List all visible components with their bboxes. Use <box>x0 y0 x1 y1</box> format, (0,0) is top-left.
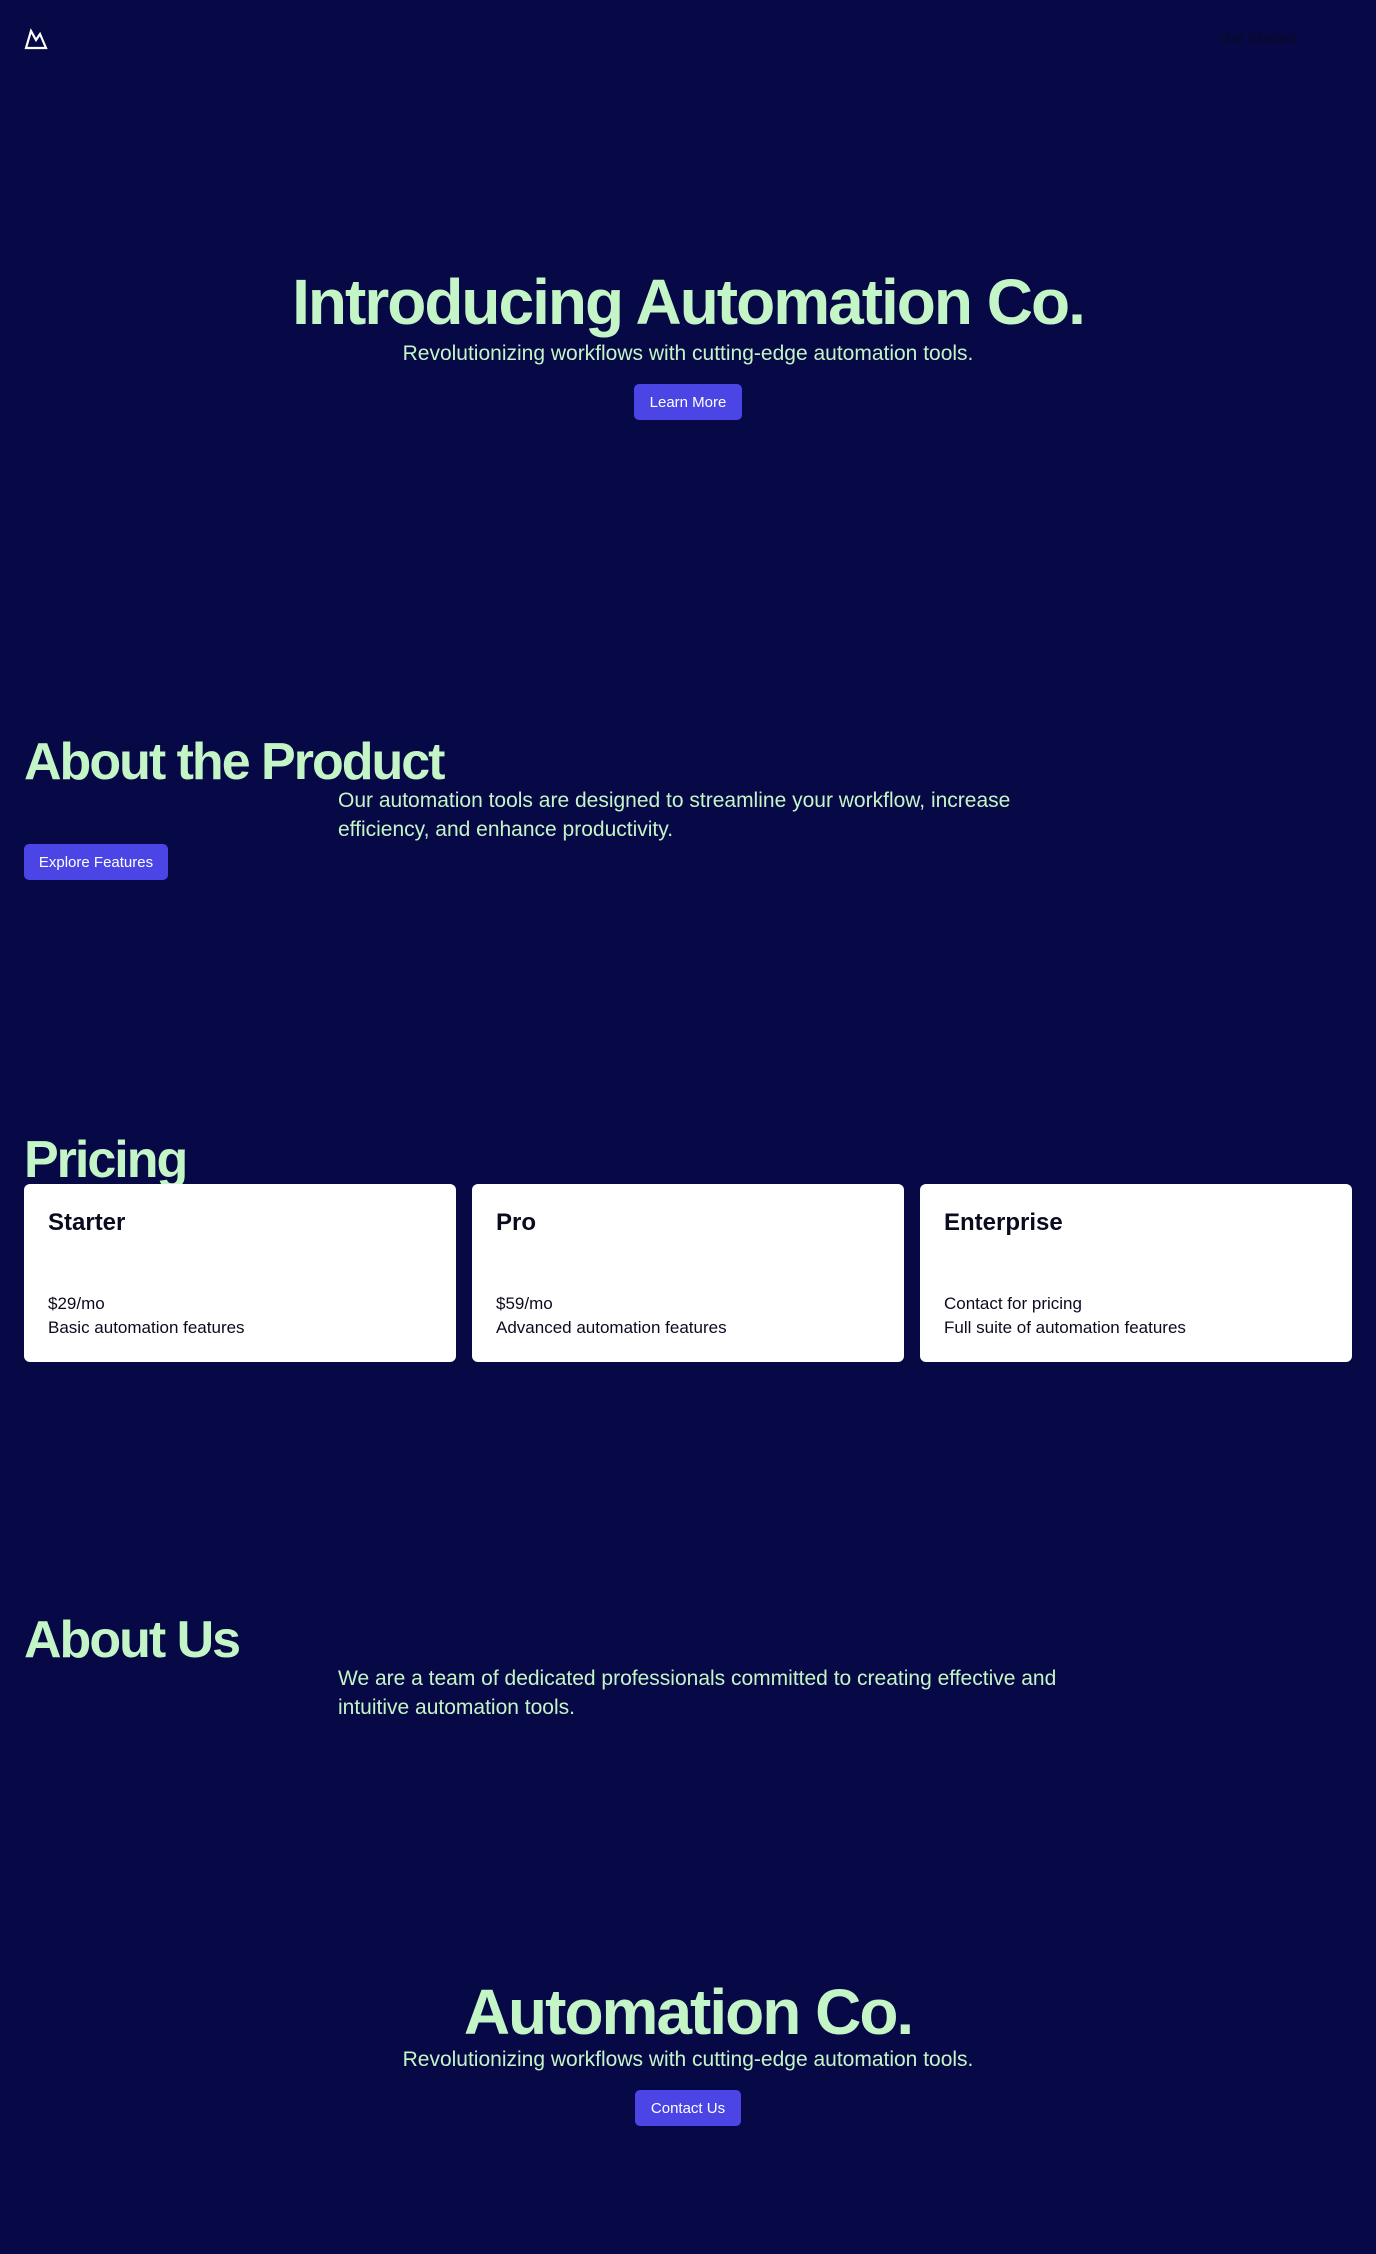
footer-title: Automation Co. <box>463 1976 914 2048</box>
hero-subtitle: Revolutionizing workflows with cutting-e… <box>402 342 974 365</box>
about-product-title: About the Product <box>24 733 446 791</box>
plan-description: Basic automation features <box>48 1318 245 1337</box>
pricing-title: Pricing <box>24 1131 188 1189</box>
about-us-title: About Us <box>24 1611 241 1669</box>
plan-name: Enterprise <box>944 1209 1063 1236</box>
about-us-text: We are a team of dedicated professionals… <box>338 1667 1057 1719</box>
hero-title: Introducing Automation Co. <box>292 266 1086 338</box>
pricing-card-enterprise: Enterprise Contact for pricing Full suit… <box>920 1184 1352 1362</box>
footer-subtitle: Revolutionizing workflows with cutting-e… <box>402 2048 974 2071</box>
plan-description: Full suite of automation features <box>944 1318 1186 1337</box>
plan-price: $29/mo <box>48 1294 105 1313</box>
get-started-link[interactable]: Get Started <box>1208 28 1308 50</box>
logo-mountain-icon[interactable] <box>24 28 48 50</box>
plan-price: $59/mo <box>496 1294 553 1313</box>
about-product-text: Our automation tools are designed to str… <box>338 789 1011 841</box>
plan-price: Contact for pricing <box>944 1294 1082 1313</box>
plan-name: Starter <box>48 1209 126 1236</box>
plan-name: Pro <box>496 1209 537 1236</box>
contact-us-button[interactable]: Contact Us <box>635 2090 741 2126</box>
pricing-card-pro: Pro $59/mo Advanced automation features <box>472 1184 904 1362</box>
explore-features-button[interactable]: Explore Features <box>24 844 168 880</box>
learn-more-button[interactable]: Learn More <box>634 384 742 420</box>
pricing-card-starter: Starter $29/mo Basic automation features <box>24 1184 456 1362</box>
plan-description: Advanced automation features <box>496 1318 727 1337</box>
